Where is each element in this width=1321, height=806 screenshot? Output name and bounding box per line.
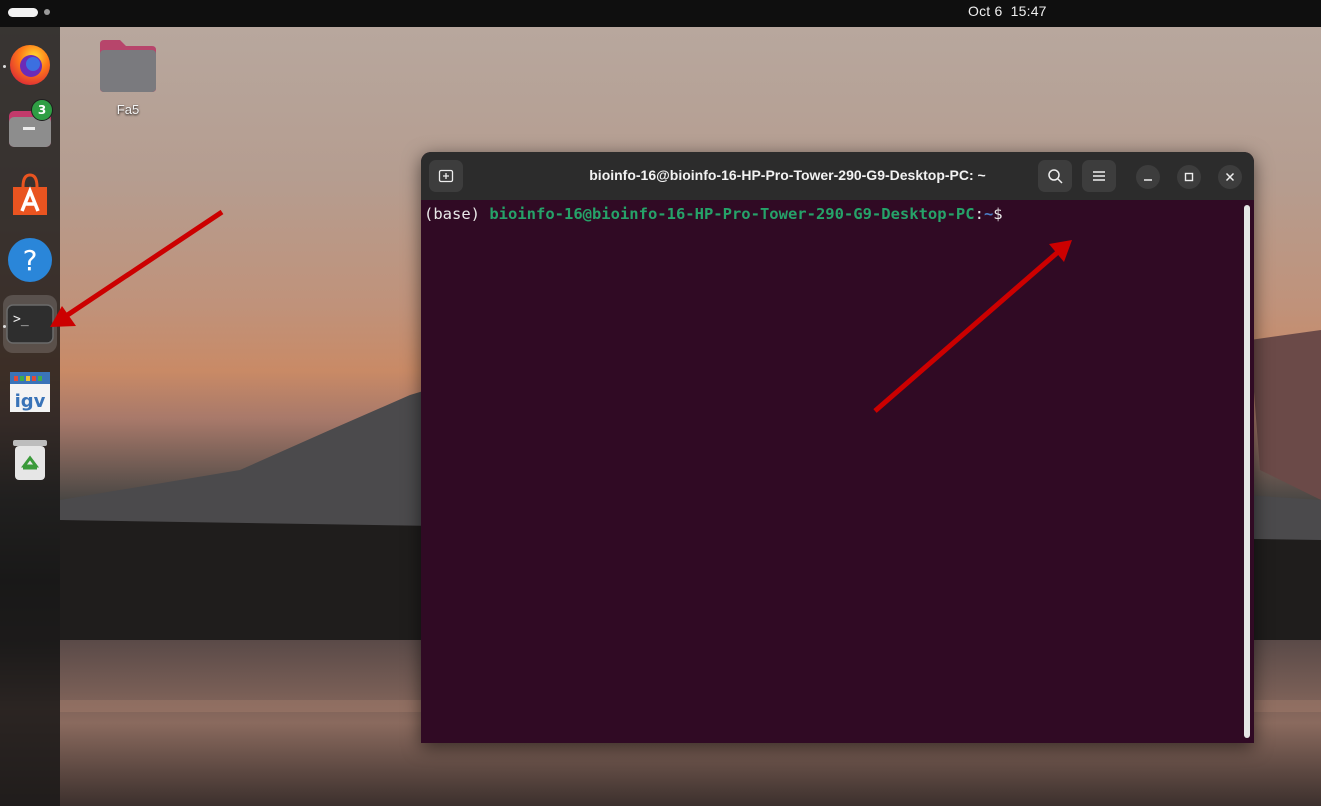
help-icon: ?: [8, 238, 52, 282]
prompt-path: ~: [983, 205, 994, 223]
new-tab-button[interactable]: [429, 160, 463, 192]
firefox-icon: [10, 45, 50, 85]
menu-button[interactable]: [1082, 160, 1116, 192]
minimize-button[interactable]: [1136, 165, 1160, 189]
dock-item-trash[interactable]: [3, 431, 57, 489]
dock: 3 ? >_ igv: [0, 27, 60, 806]
app-center-icon: [13, 173, 47, 215]
terminal-header[interactable]: bioinfo-16@bioinfo-16-HP-Pro-Tower-290-G…: [421, 152, 1254, 200]
scrollbar[interactable]: [1244, 205, 1250, 738]
running-indicator: [3, 65, 6, 68]
help-glyph: ?: [23, 244, 38, 277]
prompt-line: (base) bioinfo-16@bioinfo-16-HP-Pro-Towe…: [424, 205, 1003, 223]
dock-item-terminal[interactable]: >_: [3, 295, 57, 353]
maximize-button[interactable]: [1177, 165, 1201, 189]
window-title: bioinfo-16@bioinfo-16-HP-Pro-Tower-290-G…: [589, 167, 986, 183]
close-button[interactable]: [1218, 165, 1242, 189]
igv-icon: igv: [10, 372, 50, 412]
close-icon: [1225, 172, 1235, 182]
activities-button[interactable]: [8, 8, 38, 17]
search-button[interactable]: [1038, 160, 1072, 192]
new-tab-icon: [438, 169, 454, 183]
hamburger-menu-icon: [1093, 171, 1105, 181]
terminal-icon: >_: [6, 304, 54, 344]
igv-glyph: igv: [15, 391, 46, 412]
workspace-indicator[interactable]: [44, 9, 50, 15]
terminal-output[interactable]: (base) bioinfo-16@bioinfo-16-HP-Pro-Towe…: [421, 200, 1254, 743]
maximize-icon: [1184, 172, 1194, 182]
desktop-folder[interactable]: Fa5: [92, 38, 164, 117]
prompt-symbol: $: [993, 205, 1003, 223]
dock-item-igv[interactable]: igv: [3, 363, 57, 421]
folder-label: Fa5: [116, 102, 140, 117]
dock-item-firefox[interactable]: [3, 35, 57, 93]
search-icon: [1048, 169, 1063, 184]
dock-item-help[interactable]: ?: [3, 231, 57, 289]
prompt-env: (base): [424, 205, 490, 223]
prompt-separator: :: [974, 205, 984, 223]
top-bar: Oct 6 15:47: [0, 0, 1321, 27]
dock-item-app-center[interactable]: [3, 165, 57, 223]
dock-item-files[interactable]: 3: [3, 99, 57, 157]
prompt-user-host: bioinfo-16@bioinfo-16-HP-Pro-Tower-290-G…: [489, 205, 975, 223]
folder-icon: [100, 40, 156, 92]
trash-icon: [13, 440, 47, 480]
running-indicator: [3, 325, 6, 328]
minimize-icon: [1144, 179, 1152, 181]
terminal-window[interactable]: bioinfo-16@bioinfo-16-HP-Pro-Tower-290-G…: [421, 152, 1254, 743]
clock[interactable]: Oct 6 15:47: [968, 3, 1047, 19]
terminal-glyph: >_: [13, 312, 29, 327]
notification-badge: 3: [31, 99, 53, 121]
